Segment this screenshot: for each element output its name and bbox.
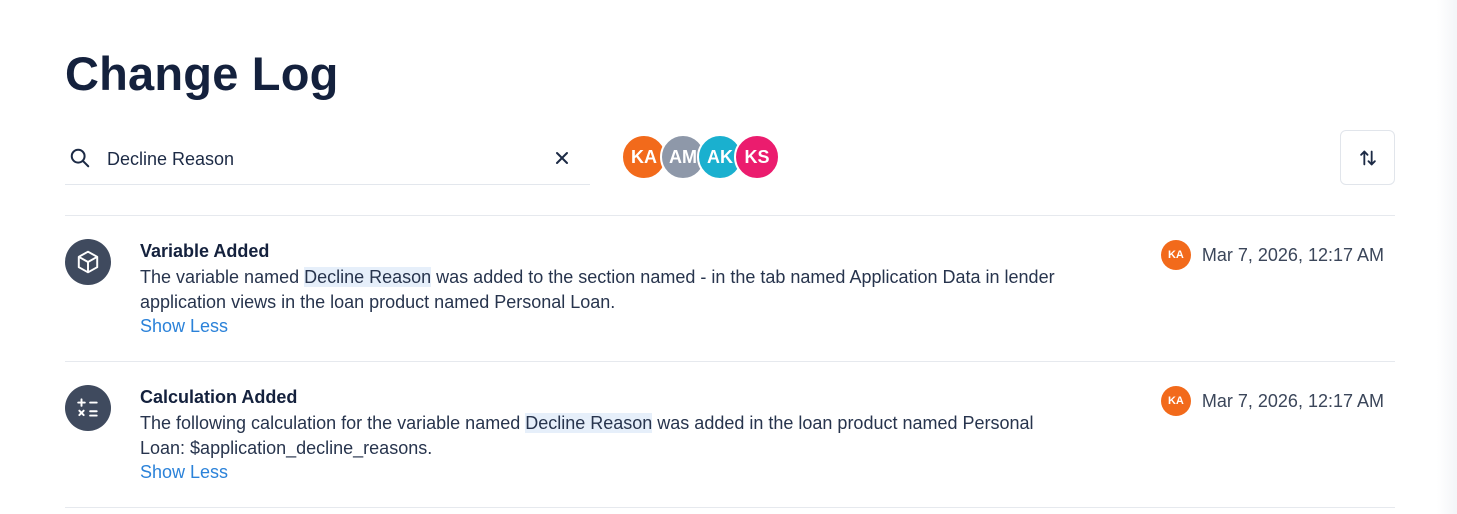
page-edge-shade [1437, 0, 1457, 514]
avatar: KA [1160, 240, 1191, 270]
entry-icon-badge [65, 239, 111, 285]
clear-search-icon[interactable] [550, 146, 574, 170]
change-log-entry: Calculation Added The following calculat… [65, 362, 1395, 508]
entry-timestamp: Mar 7, 2026, 12:17 AM [1201, 244, 1384, 265]
search-highlight: Decline Reason [525, 413, 653, 433]
avatar-filter-ks[interactable]: KS [734, 134, 780, 180]
search-bar [65, 133, 590, 185]
avatar: KA [1160, 386, 1191, 416]
calculator-icon [77, 398, 98, 417]
sort-button[interactable] [1340, 130, 1395, 185]
change-log-entry: Variable Added The variable named Declin… [65, 216, 1395, 362]
show-less-link[interactable]: Show Less [140, 462, 228, 483]
entry-timestamp: Mar 7, 2026, 12:17 AM [1201, 390, 1384, 411]
sort-arrows-icon [1359, 150, 1376, 165]
entry-meta: KA Mar 7, 2026, 12:17 AM [1160, 386, 1384, 416]
search-icon [70, 148, 90, 168]
entry-description: The variable named Decline Reason was ad… [140, 265, 1070, 315]
entry-meta: KA Mar 7, 2026, 12:17 AM [1160, 240, 1384, 270]
entry-icon-badge [65, 385, 111, 431]
entry-title: Variable Added [140, 241, 270, 261]
desc-text: The following calculation for the variab… [140, 413, 526, 433]
entry-title: Calculation Added [140, 387, 298, 407]
entry-description: The following calculation for the variab… [140, 411, 1070, 461]
show-less-link[interactable]: Show Less [140, 316, 228, 337]
search-highlight: Decline Reason [304, 267, 432, 287]
page-title: Change Log [65, 47, 339, 100]
search-input[interactable] [107, 146, 537, 172]
desc-text: The variable named [140, 267, 305, 287]
divider [65, 507, 1395, 508]
cube-icon [77, 250, 99, 274]
